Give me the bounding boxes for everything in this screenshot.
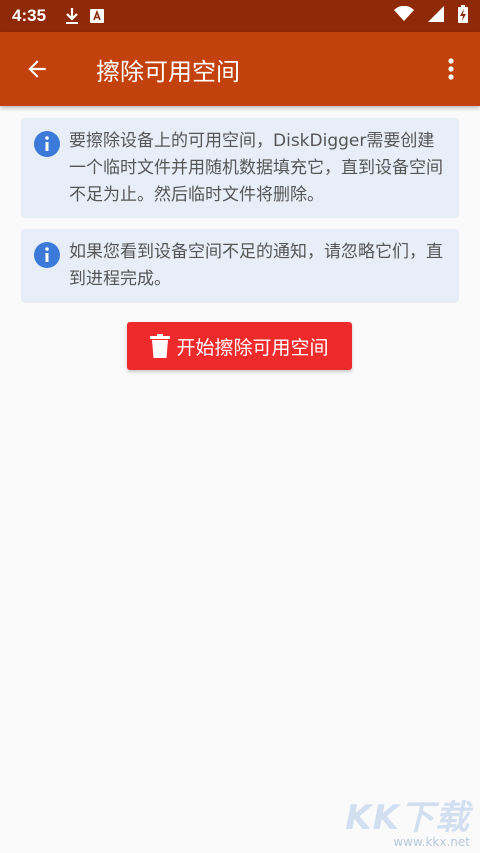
app-bar: 擦除可用空间 <box>0 32 480 106</box>
watermark-logo: KK下载 <box>345 798 470 838</box>
back-button[interactable] <box>0 32 74 106</box>
page-title: 擦除可用空间 <box>96 57 240 86</box>
watermark-url: www.kkx.net <box>393 835 470 849</box>
status-bar: 4:35 <box>0 0 480 32</box>
info-card-erase-description: 要擦除设备上的可用空间，DiskDigger需要创建一个临时文件并用随机数据填充… <box>21 118 459 218</box>
download-icon <box>64 7 80 25</box>
info-card-text: 如果您看到设备空间不足的通知，请忽略它们，直到进程完成。 <box>69 242 443 289</box>
start-erase-button[interactable]: 开始擦除可用空间 <box>127 322 352 370</box>
watermark: KK下载 www.kkx.net <box>345 790 470 849</box>
battery-charging-icon <box>458 5 468 27</box>
wifi-icon <box>394 5 414 26</box>
trash-icon <box>150 334 171 358</box>
info-card-text: 要擦除设备上的可用空间，DiskDigger需要创建一个临时文件并用随机数据填充… <box>69 131 443 205</box>
status-time: 4:35 <box>12 6 47 25</box>
overflow-menu-button[interactable] <box>422 32 480 106</box>
more-vert-icon <box>448 58 454 80</box>
info-icon <box>34 131 60 157</box>
status-right-icons <box>394 5 468 27</box>
font-icon <box>90 9 105 23</box>
info-card-low-space-notice: 如果您看到设备空间不足的通知，请忽略它们，直到进程完成。 <box>21 229 459 303</box>
start-erase-button-label: 开始擦除可用空间 <box>176 336 329 359</box>
info-icon <box>34 242 60 268</box>
signal-icon <box>428 6 444 26</box>
arrow-back-icon <box>28 60 46 78</box>
